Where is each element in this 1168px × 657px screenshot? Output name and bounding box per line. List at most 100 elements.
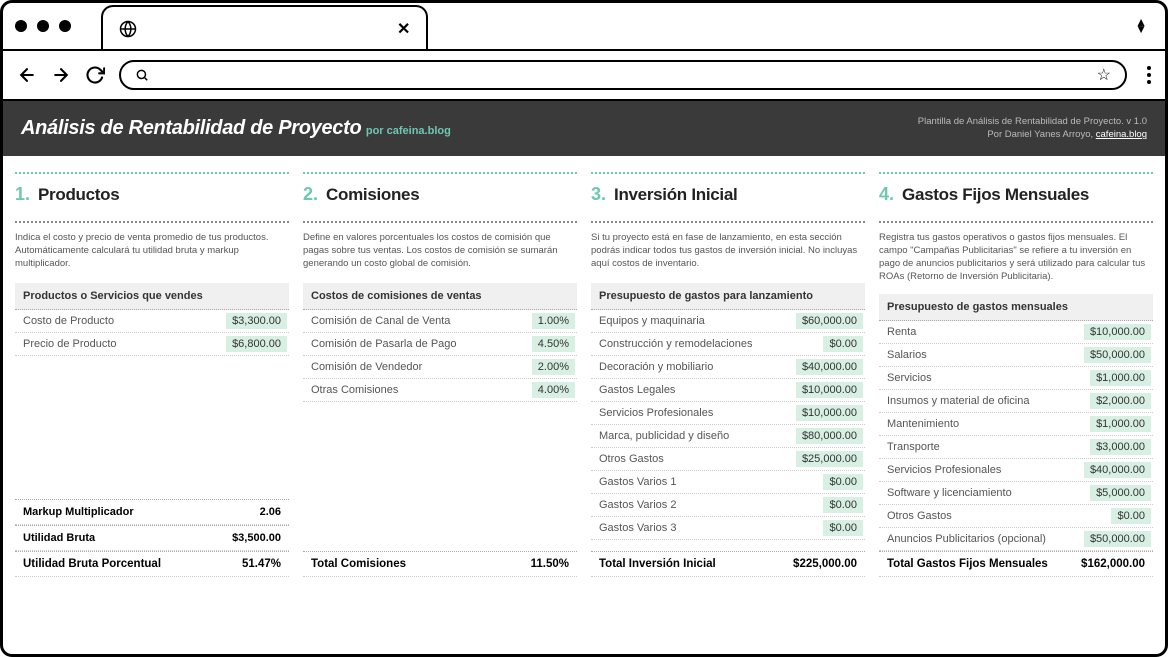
row-value[interactable]: $3,000.00 xyxy=(1090,439,1151,455)
row-label: Software y licenciamiento xyxy=(887,487,1012,499)
total-row: Total Gastos Fijos Mensuales$162,000.00 xyxy=(879,551,1153,577)
data-row: Comisión de Pasarla de Pago4.50% xyxy=(303,333,577,356)
forward-button[interactable] xyxy=(51,65,71,85)
section-number: 1. xyxy=(15,184,30,205)
row-value[interactable]: $0.00 xyxy=(823,497,863,513)
columns: 1. Productos Indica el costo y precio de v… xyxy=(3,156,1165,593)
row-label: Otras Comisiones xyxy=(311,384,398,396)
row-value[interactable]: $2,000.00 xyxy=(1090,393,1151,409)
spacer xyxy=(303,402,577,551)
total-row: Total Comisiones11.50% xyxy=(303,551,577,577)
row-label: Comisión de Canal de Venta xyxy=(311,315,450,327)
window-maximize-dot[interactable] xyxy=(59,20,71,32)
row-value[interactable]: $50,000.00 xyxy=(1084,347,1151,363)
row-label: Gastos Varios 1 xyxy=(599,476,676,488)
total-label: Total Gastos Fijos Mensuales xyxy=(887,558,1048,570)
page-title: Análisis de Rentabilidad de Proyecto xyxy=(21,117,361,139)
total-label: Utilidad Bruta xyxy=(23,532,95,544)
data-row: Construcción y remodelaciones$0.00 xyxy=(591,333,865,356)
header-left: Análisis de Rentabilidad de Proyecto por… xyxy=(21,117,451,140)
row-value[interactable]: $0.00 xyxy=(823,336,863,352)
row-value[interactable]: $3,300.00 xyxy=(226,313,287,329)
window-minimize-dot[interactable] xyxy=(37,20,49,32)
section-number: 3. xyxy=(591,184,606,205)
section-description: Registra tus gastos operativos o gastos … xyxy=(879,231,1153,284)
back-button[interactable] xyxy=(17,65,37,85)
data-row: Transporte $3,000.00 xyxy=(879,436,1153,459)
row-label: Insumos y material de oficina xyxy=(887,395,1029,407)
data-row: Gastos Varios 3$0.00 xyxy=(591,517,865,540)
spacer xyxy=(591,540,865,551)
bookmark-star-icon[interactable]: ☆ xyxy=(1097,65,1111,85)
row-value[interactable]: $10,000.00 xyxy=(1084,324,1151,340)
section-description: Indica el costo y precio de venta promed… xyxy=(15,231,289,273)
row-value[interactable]: $60,000.00 xyxy=(796,313,863,329)
url-input[interactable] xyxy=(157,68,1089,83)
row-value[interactable]: $0.00 xyxy=(823,474,863,490)
row-label: Servicios Profesionales xyxy=(599,407,713,419)
total-row: Total Inversión Inicial$225,000.00 xyxy=(591,551,865,577)
nav-bar: ☆ xyxy=(3,51,1165,101)
column-productos: 1. Productos Indica el costo y precio de v… xyxy=(15,172,289,577)
data-row: Marca, publicidad y diseño$80,000.00 xyxy=(591,425,865,448)
dotted-divider xyxy=(303,221,577,223)
row-value[interactable]: $40,000.00 xyxy=(796,359,863,375)
row-value[interactable]: 1.00% xyxy=(532,313,575,329)
row-value[interactable]: 4.00% xyxy=(532,382,575,398)
row-value[interactable]: $10,000.00 xyxy=(796,382,863,398)
total-row: Utilidad Bruta Porcentual51.47% xyxy=(15,551,289,577)
row-label: Renta xyxy=(887,326,916,338)
spacer xyxy=(15,356,289,499)
data-row: Decoración y mobiliario$40,000.00 xyxy=(591,356,865,379)
row-value[interactable]: $0.00 xyxy=(1111,508,1151,524)
row-value[interactable]: $40,000.00 xyxy=(1084,462,1151,478)
section-title: Inversión Inicial xyxy=(614,185,737,205)
section-title: Productos xyxy=(38,185,119,205)
data-row: Gastos Varios 2 $0.00 xyxy=(591,494,865,517)
row-value[interactable]: $50,000.00 xyxy=(1084,531,1151,547)
browser-tab[interactable]: ✕ xyxy=(101,5,428,51)
page-subtitle: por cafeina.blog xyxy=(366,125,451,137)
section-head: 3. Inversión Inicial xyxy=(591,184,865,205)
row-value[interactable]: 4.50% xyxy=(532,336,575,352)
data-row: Insumos y material de oficina $2,000.00 xyxy=(879,390,1153,413)
data-row: Servicios$1,000.00 xyxy=(879,367,1153,390)
author-link[interactable]: cafeina.blog xyxy=(1096,129,1147,140)
window-close-dot[interactable] xyxy=(15,20,27,32)
data-row: Comisión de Canal de Venta 1.00% xyxy=(303,310,577,333)
section-head: 4.Gastos Fijos Mensuales xyxy=(879,184,1153,205)
section-description: Define en valores porcentuales los costo… xyxy=(303,231,577,273)
window-controls xyxy=(15,20,71,32)
data-row: Otros Gastos $25,000.00 xyxy=(591,448,865,471)
data-row: Salarios$50,000.00 xyxy=(879,344,1153,367)
total-value: 51.47% xyxy=(242,558,281,570)
more-menu-icon[interactable] xyxy=(1147,66,1151,84)
url-bar[interactable]: ☆ xyxy=(119,60,1127,90)
page-header: Análisis de Rentabilidad de Proyecto por… xyxy=(3,101,1165,156)
reload-button[interactable] xyxy=(85,65,105,85)
window-expand-icon[interactable]: ▲▼ xyxy=(1135,19,1147,33)
row-value[interactable]: $1,000.00 xyxy=(1090,416,1151,432)
row-label: Otros Gastos xyxy=(599,453,664,465)
row-label: Transporte xyxy=(887,441,940,453)
data-row: Comisión de Vendedor2.00% xyxy=(303,356,577,379)
dotted-divider xyxy=(879,221,1153,223)
dotted-divider xyxy=(591,221,865,223)
row-value[interactable]: $80,000.00 xyxy=(796,428,863,444)
row-value[interactable]: $5,000.00 xyxy=(1090,485,1151,501)
total-row: Utilidad Bruta$3,500.00 xyxy=(15,525,289,551)
section-head: 1. Productos xyxy=(15,184,289,205)
browser-frame: ✕ ▲▼ ☆ Análisis de Rentabilidad de Proye… xyxy=(0,0,1168,657)
close-tab-icon[interactable]: ✕ xyxy=(397,19,410,39)
row-value[interactable]: $25,000.00 xyxy=(796,451,863,467)
row-value[interactable]: $10,000.00 xyxy=(796,405,863,421)
section-number: 2. xyxy=(303,184,318,205)
row-label: Costo de Producto xyxy=(23,315,114,327)
subsection-header: Presupuesto de gastos para lanzamiento xyxy=(591,283,865,310)
total-value: $225,000.00 xyxy=(793,558,857,570)
row-value[interactable]: 2.00% xyxy=(532,359,575,375)
row-value[interactable]: $0.00 xyxy=(823,520,863,536)
row-label: Gastos Varios 2 xyxy=(599,499,676,511)
row-value[interactable]: $6,800.00 xyxy=(226,336,287,352)
row-value[interactable]: $1,000.00 xyxy=(1090,370,1151,386)
